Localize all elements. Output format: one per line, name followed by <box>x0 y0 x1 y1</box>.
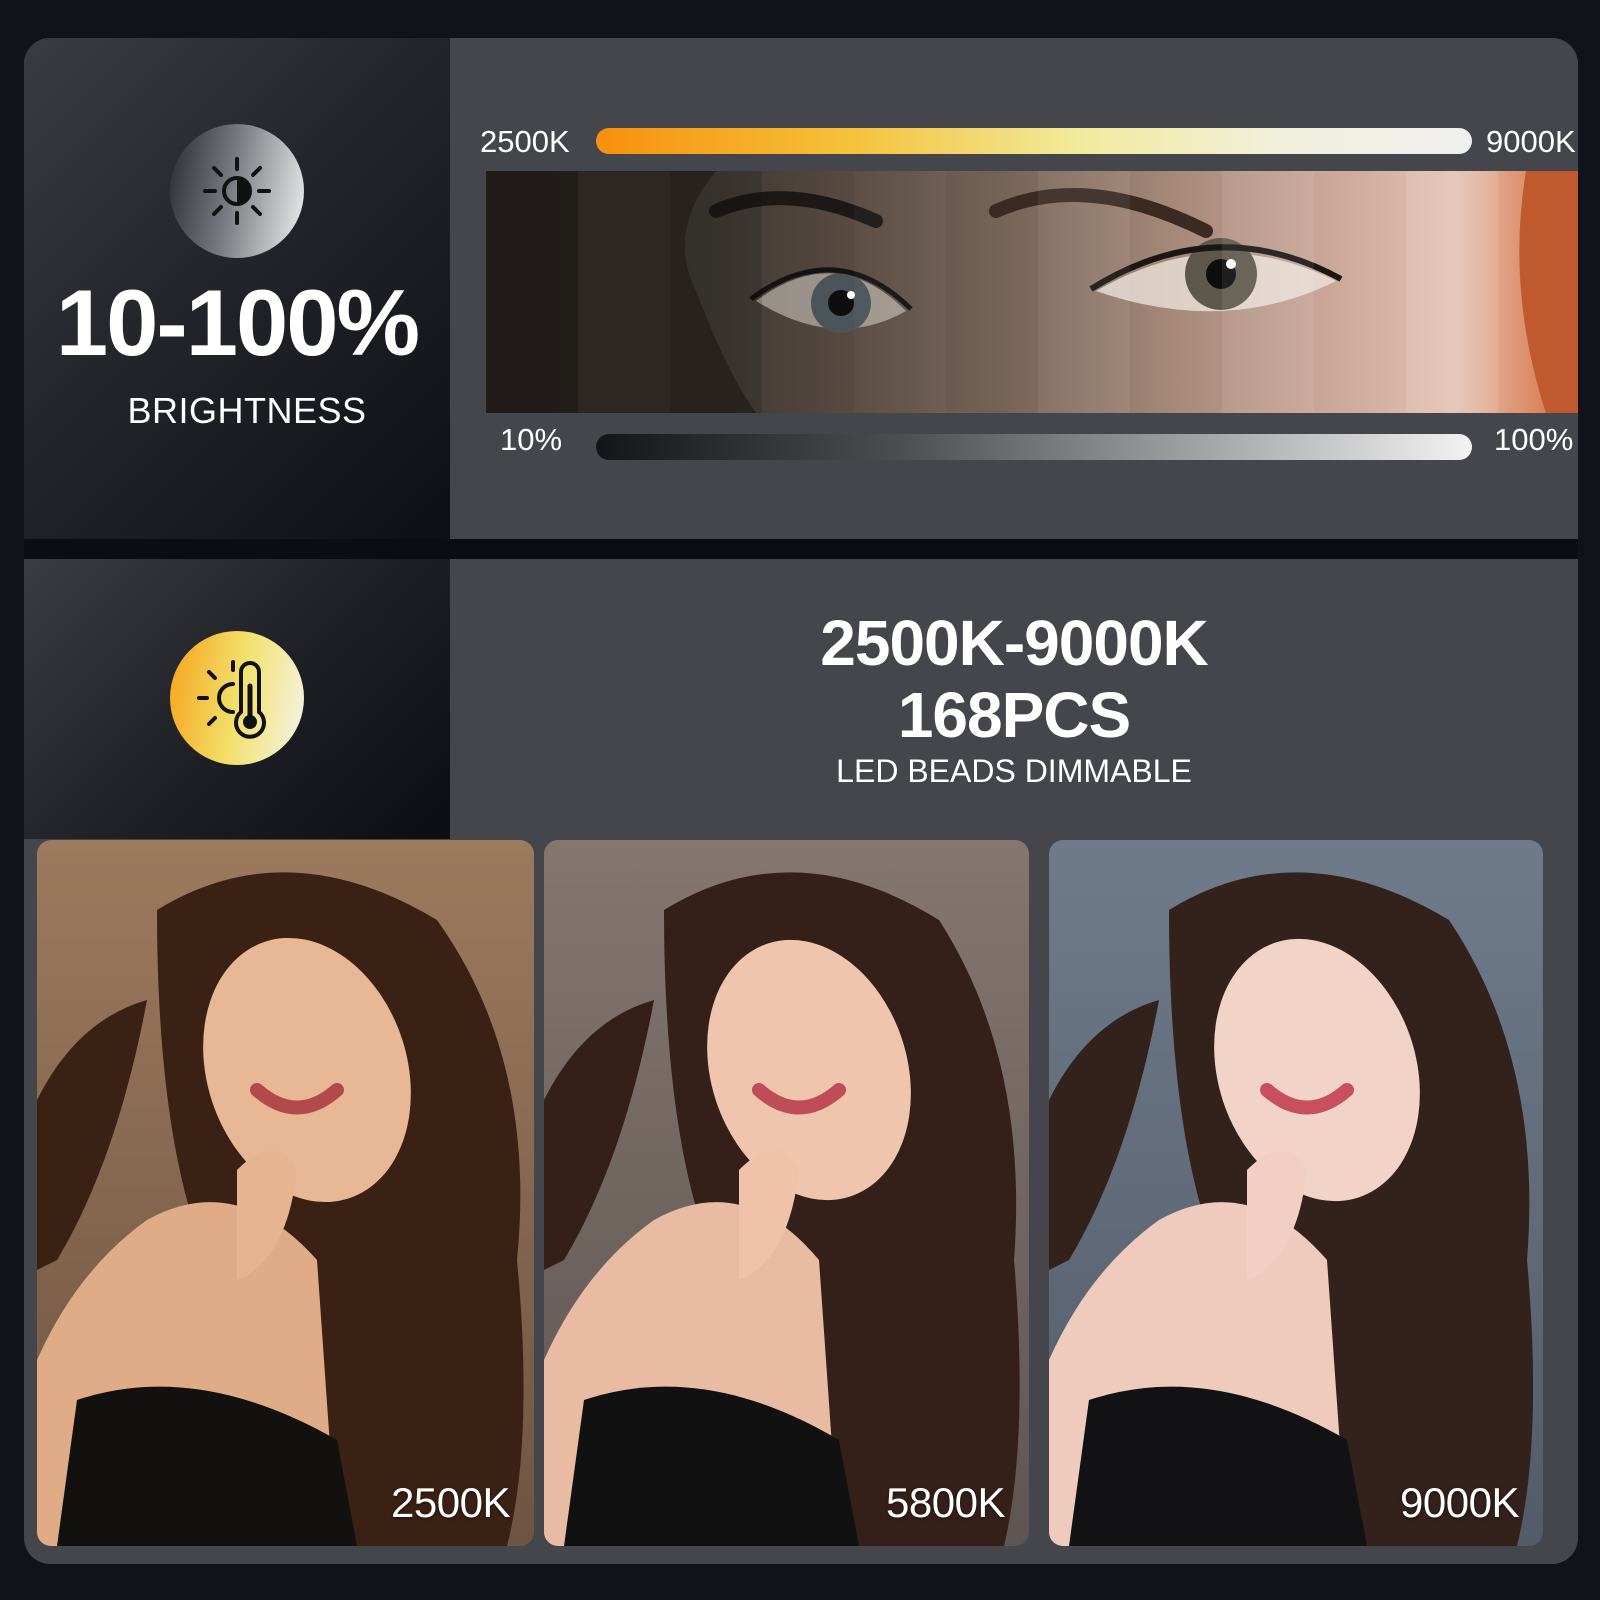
color-temperature-bar <box>596 128 1472 154</box>
brightness-icon <box>170 124 304 258</box>
comparison-area: 2500K 9000K 10% 100% <box>450 38 1578 539</box>
bright-bar-min-label: 10% <box>500 422 563 457</box>
bright-bar-max-label: 100% <box>1494 422 1574 457</box>
photo-label-2500k: 2500K <box>391 1479 510 1526</box>
temp-bar-min-label: 2500K <box>480 124 570 159</box>
thermometer-sun-icon <box>170 631 304 765</box>
brightness-bar <box>596 434 1472 460</box>
headline-area: 2500K-9000K 168PCS LED BEADS DIMMABLE <box>450 559 1578 839</box>
brightness-label: BRIGHTNESS <box>127 390 367 431</box>
photo-label-5800k: 5800K <box>886 1479 1005 1526</box>
headline-count: 168PCS <box>897 679 1131 751</box>
eye-comparison-image <box>486 171 1578 413</box>
temp-bar-max-label: 9000K <box>1486 124 1576 159</box>
photo-2500k: 2500K <box>37 840 534 1546</box>
headline-subtitle: LED BEADS DIMMABLE <box>836 753 1192 789</box>
section-divider <box>24 539 1578 559</box>
photo-label-9000k: 9000K <box>1400 1479 1519 1526</box>
feature-panel: 10-100% BRIGHTNESS 2500K 9000K 10% 100% … <box>24 38 1578 1564</box>
photo-5800k: 5800K <box>544 840 1029 1546</box>
photo-9000k: 9000K <box>1049 840 1543 1546</box>
headline-range: 2500K-9000K <box>820 607 1209 679</box>
brightness-summary: 10-100% BRIGHTNESS <box>24 38 450 539</box>
brightness-range: 10-100% <box>55 270 420 375</box>
